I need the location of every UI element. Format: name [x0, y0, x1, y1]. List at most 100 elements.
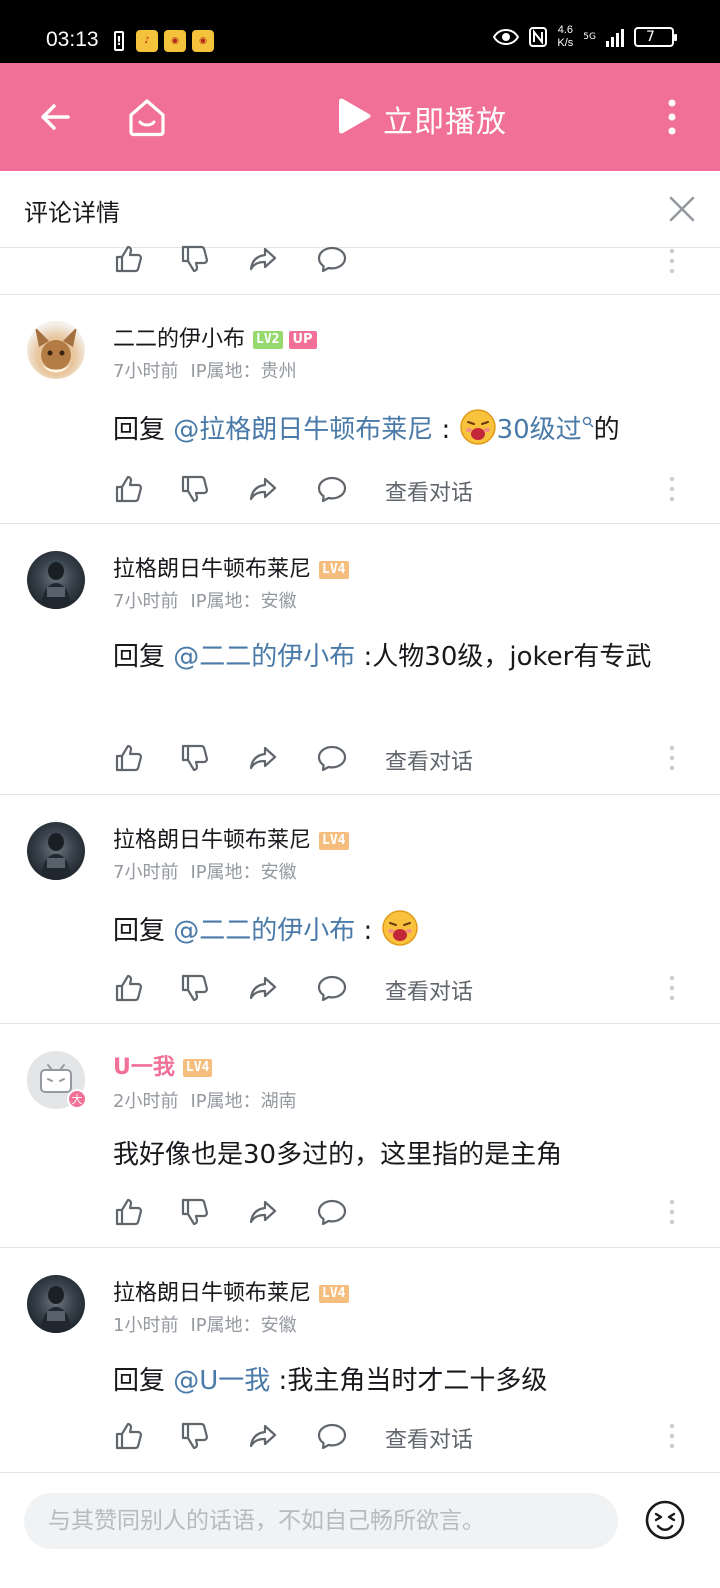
page-title: 评论详情	[24, 199, 120, 227]
comment-text: 的	[593, 415, 620, 445]
username[interactable]: U一我 LV4	[113, 1049, 213, 1081]
username[interactable]: 拉格朗日牛顿布莱尼 LV4	[113, 551, 349, 583]
reply-icon[interactable]	[316, 972, 348, 1004]
vip-badge-icon: 大	[67, 1089, 87, 1109]
dislike-icon[interactable]	[179, 473, 211, 505]
view-dialog-button[interactable]: 查看对话	[385, 744, 473, 776]
avatar[interactable]	[27, 822, 85, 880]
mention-link[interactable]: @二二的伊小布	[173, 916, 355, 946]
weibo-icon: ◉	[192, 30, 214, 52]
username-text[interactable]: 拉格朗日牛顿布莱尼	[113, 828, 311, 853]
like-icon[interactable]	[113, 742, 145, 774]
comment-item: 大 U一我 LV4 2小时前 IP属地：湖南 我好像也是30多过的，这里指的是主角	[0, 1023, 720, 1248]
emoji-face-icon	[381, 909, 419, 947]
comment-meta: 7小时前 IP属地：安徽	[113, 587, 297, 613]
eye-icon	[493, 28, 520, 46]
dislike-icon[interactable]	[179, 1196, 211, 1228]
comment-text: :人物30级，joker有专武	[355, 642, 652, 672]
share-icon[interactable]	[247, 1420, 279, 1452]
more-options-icon[interactable]	[667, 744, 677, 772]
speed-unit: K/s	[557, 37, 574, 49]
ip-location: IP属地：贵州	[190, 361, 297, 382]
ip-location: IP属地：安徽	[190, 862, 297, 883]
username[interactable]: 拉格朗日牛顿布莱尼 LV4	[113, 1275, 349, 1307]
view-dialog-button[interactable]: 查看对话	[385, 475, 473, 507]
dislike-icon[interactable]	[179, 742, 211, 774]
signal-icon	[606, 27, 624, 47]
up-badge: UP	[288, 331, 317, 349]
view-dialog-button[interactable]: 查看对话	[385, 1422, 473, 1454]
share-icon[interactable]	[247, 1196, 279, 1228]
reply-icon[interactable]	[316, 742, 348, 774]
username-text[interactable]: 二二的伊小布	[113, 327, 245, 352]
emoji-picker-icon[interactable]	[644, 1499, 686, 1541]
username[interactable]: 拉格朗日牛顿布莱尼 LV4	[113, 822, 349, 854]
comment-actions: 查看对话	[113, 742, 693, 782]
more-vertical-icon[interactable]	[660, 97, 684, 137]
close-icon[interactable]	[666, 193, 698, 225]
mention-link[interactable]: @拉格朗日牛顿布莱尼	[173, 415, 433, 445]
more-options-icon[interactable]	[667, 974, 677, 1002]
avatar[interactable]	[27, 321, 85, 379]
dislike-icon[interactable]	[179, 1420, 211, 1452]
comment-input-bar	[0, 1472, 720, 1588]
comment-actions: 查看对话	[113, 473, 693, 513]
level-badge: LV2	[253, 331, 283, 349]
home-icon[interactable]	[125, 95, 169, 139]
reply-icon[interactable]	[316, 473, 348, 505]
back-arrow-icon[interactable]	[36, 97, 76, 137]
dislike-icon[interactable]	[179, 243, 211, 275]
share-icon[interactable]	[247, 473, 279, 505]
play-now-button[interactable]: 立即播放	[383, 97, 507, 141]
character-avatar-icon	[41, 562, 71, 609]
comment-actions: 查看对话	[113, 972, 693, 1012]
mention-link[interactable]: @U一我	[173, 1366, 270, 1396]
comment-item: 二二的伊小布 LV2 UP 7小时前 IP属地：贵州 回复 @拉格朗日牛顿布莱尼 : …	[0, 294, 720, 524]
top-nav-bar: 立即播放	[0, 63, 720, 171]
avatar[interactable]	[27, 1275, 85, 1333]
alert-icon: !	[114, 31, 124, 51]
search-icon[interactable]	[582, 416, 594, 428]
battery-icon: 7	[634, 27, 677, 47]
username-text[interactable]: U一我	[113, 1055, 175, 1080]
username-text[interactable]: 拉格朗日牛顿布莱尼	[113, 1281, 311, 1306]
play-icon[interactable]	[333, 96, 373, 136]
reply-icon[interactable]	[316, 243, 348, 275]
comment-input[interactable]	[24, 1493, 618, 1549]
status-time: 03:13	[46, 28, 99, 51]
nfc-icon	[529, 27, 548, 47]
like-icon[interactable]	[113, 243, 145, 275]
view-dialog-button[interactable]: 查看对话	[385, 974, 473, 1006]
username[interactable]: 二二的伊小布 LV2 UP	[113, 321, 317, 353]
status-right: 4.6 K/s 5G 7	[493, 24, 677, 50]
ip-location: IP属地：安徽	[190, 591, 297, 612]
comment-meta: 7小时前 IP属地：安徽	[113, 858, 297, 884]
share-icon[interactable]	[247, 972, 279, 1004]
mention-link[interactable]: @二二的伊小布	[173, 642, 355, 672]
comment-body: 回复 @二二的伊小布 :	[113, 908, 683, 954]
reply-prefix: 回复	[113, 415, 174, 445]
search-keyword-link[interactable]: 30级过	[497, 415, 582, 445]
like-icon[interactable]	[113, 972, 145, 1004]
comment-text: :我主角当时才二十多级	[270, 1366, 548, 1396]
more-options-icon[interactable]	[667, 1422, 677, 1450]
reply-icon[interactable]	[316, 1420, 348, 1452]
like-icon[interactable]	[113, 1196, 145, 1228]
share-icon[interactable]	[247, 243, 279, 275]
reply-icon[interactable]	[316, 1196, 348, 1228]
avatar[interactable]: 大	[27, 1051, 87, 1109]
more-options-icon[interactable]	[667, 475, 677, 503]
avatar[interactable]	[27, 551, 85, 609]
comment-item: 拉格朗日牛顿布莱尼 LV4 7小时前 IP属地：安徽 回复 @二二的伊小布 : 查看…	[0, 794, 720, 1024]
comment-time: 7小时前	[113, 591, 179, 612]
share-icon[interactable]	[247, 742, 279, 774]
more-options-icon[interactable]	[667, 247, 677, 275]
username-text[interactable]: 拉格朗日牛顿布莱尼	[113, 557, 311, 582]
ip-location: IP属地：安徽	[190, 1315, 297, 1336]
eevee-avatar-icon	[35, 327, 77, 373]
dislike-icon[interactable]	[179, 972, 211, 1004]
comment-detail-header: 评论详情	[0, 171, 720, 248]
like-icon[interactable]	[113, 473, 145, 505]
like-icon[interactable]	[113, 1420, 145, 1452]
more-options-icon[interactable]	[667, 1198, 677, 1226]
